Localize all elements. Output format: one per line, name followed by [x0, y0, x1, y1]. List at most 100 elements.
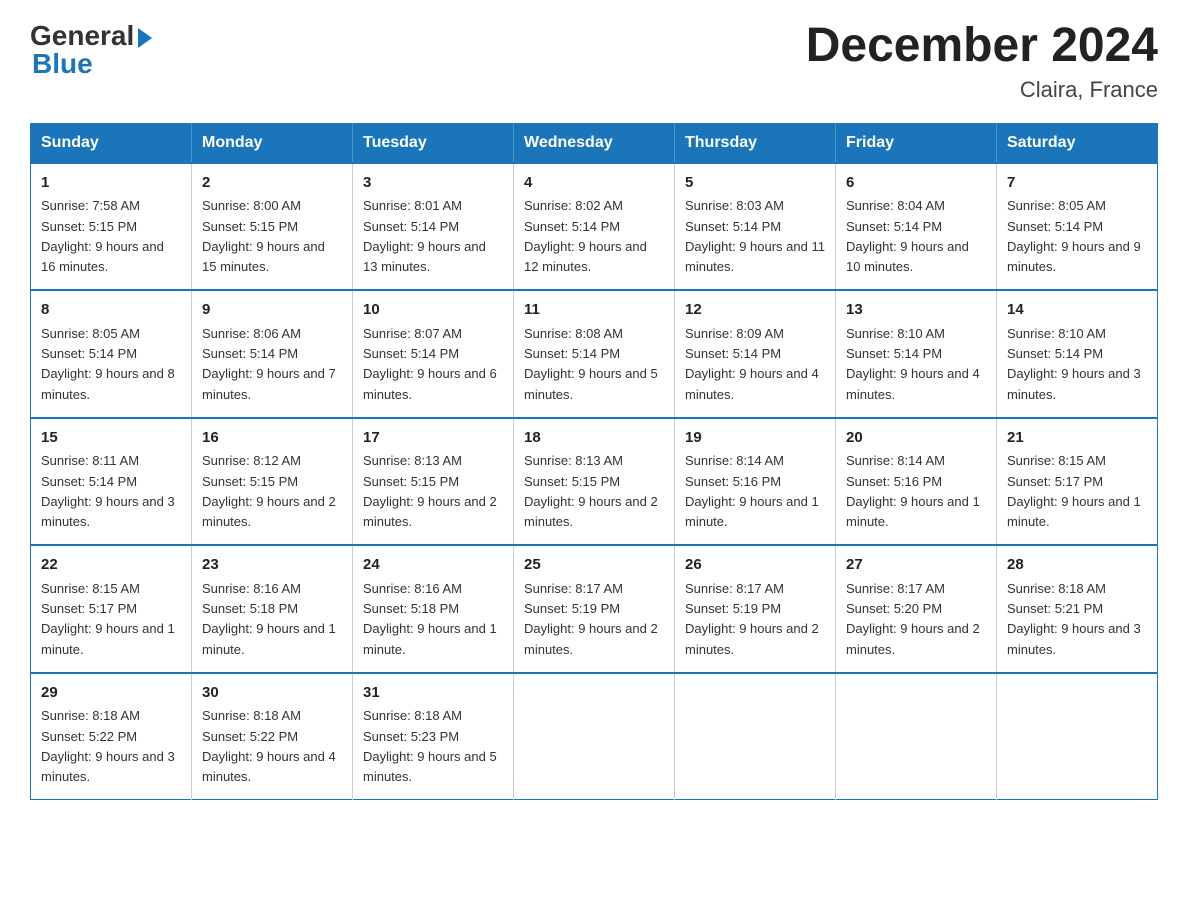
day-cell: 4 Sunrise: 8:02 AMSunset: 5:14 PMDaylight… [514, 163, 675, 291]
day-info: Sunrise: 8:08 AMSunset: 5:14 PMDaylight:… [524, 326, 658, 402]
day-number: 18 [524, 427, 664, 450]
day-cell: 9 Sunrise: 8:06 AMSunset: 5:14 PMDaylight… [192, 290, 353, 418]
day-info: Sunrise: 8:00 AMSunset: 5:15 PMDaylight:… [202, 198, 325, 274]
day-number: 3 [363, 172, 503, 195]
day-number: 22 [41, 554, 181, 577]
header-row: SundayMondayTuesdayWednesdayThursdayFrid… [31, 123, 1158, 163]
day-cell: 26Sunrise: 8:17 AMSunset: 5:19 PMDayligh… [675, 545, 836, 673]
calendar-body: 1 Sunrise: 7:58 AMSunset: 5:15 PMDaylight… [31, 163, 1158, 800]
header-cell-tuesday: Tuesday [353, 123, 514, 163]
day-cell [836, 673, 997, 800]
day-number: 31 [363, 682, 503, 705]
header-cell-friday: Friday [836, 123, 997, 163]
day-cell [675, 673, 836, 800]
day-cell [514, 673, 675, 800]
day-number: 29 [41, 682, 181, 705]
header-cell-sunday: Sunday [31, 123, 192, 163]
day-cell: 22 Sunrise: 8:15 AMSunset: 5:17 PMDayligh… [31, 545, 192, 673]
header-cell-thursday: Thursday [675, 123, 836, 163]
day-cell: 18 Sunrise: 8:13 AMSunset: 5:15 PMDayligh… [514, 418, 675, 546]
day-info: Sunrise: 8:17 AMSunset: 5:19 PMDaylight:… [524, 581, 658, 657]
day-number: 24 [363, 554, 503, 577]
day-number: 1 [41, 172, 181, 195]
day-cell: 3Sunrise: 8:01 AMSunset: 5:14 PMDaylight… [353, 163, 514, 291]
location-subtitle: Claira, France [806, 77, 1158, 103]
header-cell-monday: Monday [192, 123, 353, 163]
logo-blue-text: Blue [32, 48, 93, 80]
day-number: 5 [685, 172, 825, 195]
day-info: Sunrise: 8:13 AMSunset: 5:15 PMDaylight:… [524, 453, 658, 529]
day-cell: 24 Sunrise: 8:16 AMSunset: 5:18 PMDayligh… [353, 545, 514, 673]
day-number: 26 [685, 554, 825, 577]
day-cell: 5Sunrise: 8:03 AMSunset: 5:14 PMDaylight… [675, 163, 836, 291]
page-header: General Blue December 2024 Claira, Franc… [30, 20, 1158, 103]
day-cell: 27 Sunrise: 8:17 AMSunset: 5:20 PMDayligh… [836, 545, 997, 673]
week-row-1: 1 Sunrise: 7:58 AMSunset: 5:15 PMDaylight… [31, 163, 1158, 291]
day-cell: 6 Sunrise: 8:04 AMSunset: 5:14 PMDaylight… [836, 163, 997, 291]
day-cell: 13 Sunrise: 8:10 AMSunset: 5:14 PMDayligh… [836, 290, 997, 418]
day-cell: 7Sunrise: 8:05 AMSunset: 5:14 PMDaylight… [997, 163, 1158, 291]
day-info: Sunrise: 8:17 AMSunset: 5:20 PMDaylight:… [846, 581, 980, 657]
day-number: 11 [524, 299, 664, 322]
day-info: Sunrise: 8:02 AMSunset: 5:14 PMDaylight:… [524, 198, 647, 274]
day-cell: 10 Sunrise: 8:07 AMSunset: 5:14 PMDayligh… [353, 290, 514, 418]
day-info: Sunrise: 8:14 AMSunset: 5:16 PMDaylight:… [846, 453, 980, 529]
day-info: Sunrise: 8:15 AMSunset: 5:17 PMDaylight:… [1007, 453, 1141, 529]
day-number: 21 [1007, 427, 1147, 450]
day-cell: 20 Sunrise: 8:14 AMSunset: 5:16 PMDayligh… [836, 418, 997, 546]
day-number: 16 [202, 427, 342, 450]
day-number: 12 [685, 299, 825, 322]
day-number: 4 [524, 172, 664, 195]
day-number: 20 [846, 427, 986, 450]
day-cell: 30 Sunrise: 8:18 AMSunset: 5:22 PMDayligh… [192, 673, 353, 800]
day-number: 15 [41, 427, 181, 450]
day-number: 27 [846, 554, 986, 577]
day-cell: 25 Sunrise: 8:17 AMSunset: 5:19 PMDayligh… [514, 545, 675, 673]
day-cell: 31 Sunrise: 8:18 AMSunset: 5:23 PMDayligh… [353, 673, 514, 800]
day-cell: 14 Sunrise: 8:10 AMSunset: 5:14 PMDayligh… [997, 290, 1158, 418]
day-cell: 1 Sunrise: 7:58 AMSunset: 5:15 PMDaylight… [31, 163, 192, 291]
day-number: 23 [202, 554, 342, 577]
week-row-2: 8Sunrise: 8:05 AMSunset: 5:14 PMDaylight… [31, 290, 1158, 418]
day-info: Sunrise: 8:10 AMSunset: 5:14 PMDaylight:… [1007, 326, 1141, 402]
day-info: Sunrise: 8:12 AMSunset: 5:15 PMDaylight:… [202, 453, 336, 529]
day-info: Sunrise: 8:14 AMSunset: 5:16 PMDaylight:… [685, 453, 819, 529]
day-info: Sunrise: 8:05 AMSunset: 5:14 PMDaylight:… [1007, 198, 1141, 274]
day-number: 25 [524, 554, 664, 577]
day-info: Sunrise: 8:10 AMSunset: 5:14 PMDaylight:… [846, 326, 980, 402]
day-number: 10 [363, 299, 503, 322]
day-info: Sunrise: 8:04 AMSunset: 5:14 PMDaylight:… [846, 198, 969, 274]
day-cell: 12 Sunrise: 8:09 AMSunset: 5:14 PMDayligh… [675, 290, 836, 418]
day-number: 30 [202, 682, 342, 705]
day-info: Sunrise: 8:15 AMSunset: 5:17 PMDaylight:… [41, 581, 175, 657]
day-cell: 19Sunrise: 8:14 AMSunset: 5:16 PMDayligh… [675, 418, 836, 546]
day-number: 13 [846, 299, 986, 322]
month-year-title: December 2024 [806, 20, 1158, 73]
header-cell-wednesday: Wednesday [514, 123, 675, 163]
day-number: 17 [363, 427, 503, 450]
day-info: Sunrise: 8:06 AMSunset: 5:14 PMDaylight:… [202, 326, 336, 402]
day-info: Sunrise: 8:16 AMSunset: 5:18 PMDaylight:… [363, 581, 497, 657]
day-number: 9 [202, 299, 342, 322]
day-cell: 23Sunrise: 8:16 AMSunset: 5:18 PMDayligh… [192, 545, 353, 673]
day-cell: 2Sunrise: 8:00 AMSunset: 5:15 PMDaylight… [192, 163, 353, 291]
day-cell: 28Sunrise: 8:18 AMSunset: 5:21 PMDayligh… [997, 545, 1158, 673]
day-info: Sunrise: 8:07 AMSunset: 5:14 PMDaylight:… [363, 326, 497, 402]
calendar-header: SundayMondayTuesdayWednesdayThursdayFrid… [31, 123, 1158, 163]
day-info: Sunrise: 8:18 AMSunset: 5:21 PMDaylight:… [1007, 581, 1141, 657]
day-cell: 29Sunrise: 8:18 AMSunset: 5:22 PMDayligh… [31, 673, 192, 800]
day-cell [997, 673, 1158, 800]
day-number: 8 [41, 299, 181, 322]
day-info: Sunrise: 8:18 AMSunset: 5:23 PMDaylight:… [363, 708, 497, 784]
day-info: Sunrise: 8:09 AMSunset: 5:14 PMDaylight:… [685, 326, 819, 402]
day-info: Sunrise: 8:18 AMSunset: 5:22 PMDaylight:… [202, 708, 336, 784]
day-cell: 21 Sunrise: 8:15 AMSunset: 5:17 PMDayligh… [997, 418, 1158, 546]
title-section: December 2024 Claira, France [806, 20, 1158, 103]
day-info: Sunrise: 8:13 AMSunset: 5:15 PMDaylight:… [363, 453, 497, 529]
day-cell: 16 Sunrise: 8:12 AMSunset: 5:15 PMDayligh… [192, 418, 353, 546]
header-cell-saturday: Saturday [997, 123, 1158, 163]
day-number: 6 [846, 172, 986, 195]
day-info: Sunrise: 7:58 AMSunset: 5:15 PMDaylight:… [41, 198, 164, 274]
logo-arrow-icon [138, 28, 152, 48]
day-number: 14 [1007, 299, 1147, 322]
